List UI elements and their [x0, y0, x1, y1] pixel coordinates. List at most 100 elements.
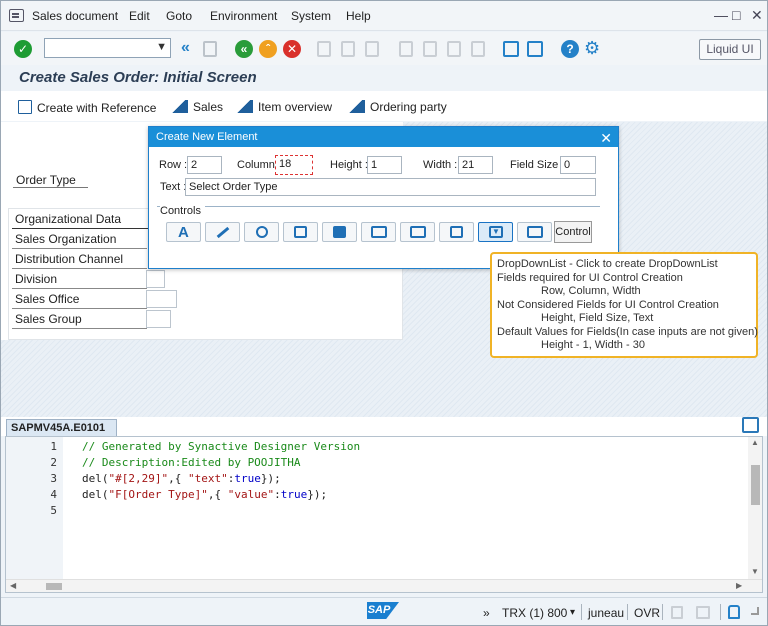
- sales-button[interactable]: Sales: [172, 100, 223, 114]
- help-icon[interactable]: ?: [561, 40, 579, 58]
- scroll-right-icon[interactable]: ▶: [736, 581, 742, 590]
- vertical-scroll-thumb[interactable]: [751, 465, 760, 505]
- new-session-icon[interactable]: [503, 41, 519, 57]
- save-icon[interactable]: [203, 41, 217, 57]
- dropdown-icon: ▼: [489, 226, 503, 238]
- dropdownlist-tooltip: DropDownList - Click to create DropDownL…: [490, 252, 758, 358]
- sales-organization-label: Sales Organization: [12, 231, 147, 249]
- dialog-close-icon[interactable]: ✕: [600, 128, 612, 148]
- pencil-control-button[interactable]: [205, 222, 240, 242]
- item-overview-button[interactable]: Item overview: [237, 100, 332, 114]
- height-input[interactable]: 1: [367, 156, 402, 174]
- gear-icon[interactable]: ⚙: [584, 38, 600, 59]
- row-label: Row :: [159, 159, 188, 171]
- horizontal-scroll-thumb[interactable]: [46, 583, 62, 590]
- back-icon[interactable]: «: [235, 40, 253, 58]
- menu-sales-document[interactable]: Sales document: [32, 9, 118, 23]
- editor-save-icon[interactable]: [742, 417, 759, 433]
- previous-page-icon[interactable]: [423, 41, 437, 57]
- field-size-input[interactable]: 0: [560, 156, 596, 174]
- exit-icon[interactable]: ˆ: [259, 40, 277, 58]
- resize-grip-icon[interactable]: [751, 607, 759, 615]
- shortcut-icon[interactable]: [671, 606, 683, 619]
- print-icon[interactable]: [317, 41, 331, 57]
- text-label: Text :: [160, 181, 187, 193]
- table-control-button[interactable]: [517, 222, 552, 242]
- lock-icon[interactable]: [728, 605, 740, 619]
- column-input[interactable]: 18: [275, 155, 313, 175]
- listbox-icon: [410, 226, 426, 238]
- menu-system[interactable]: System: [291, 9, 331, 23]
- create-with-reference-button[interactable]: Create with Reference: [18, 100, 156, 115]
- command-field[interactable]: ▼: [44, 38, 171, 58]
- row-input[interactable]: 2: [187, 156, 222, 174]
- menu-environment[interactable]: Environment: [210, 9, 277, 23]
- controls-label: Controls: [160, 205, 205, 217]
- standard-toolbar: ✓ ▼ « « ˆ ✕ ? ⚙ Liquid UI: [1, 32, 767, 65]
- first-page-icon[interactable]: [399, 41, 413, 57]
- division-input[interactable]: [146, 270, 165, 288]
- checkbox-icon: [294, 226, 307, 238]
- line-number-gutter: 1 2 3 4 5: [6, 437, 63, 580]
- dialog-header: Create New Element ✕: [149, 127, 618, 147]
- scroll-down-icon[interactable]: ▼: [751, 567, 759, 576]
- find-icon[interactable]: [341, 41, 355, 57]
- checkbox-control-button[interactable]: [283, 222, 318, 242]
- minimize-icon[interactable]: —: [714, 8, 728, 22]
- width-input[interactable]: 21: [458, 156, 493, 174]
- scroll-left-icon[interactable]: ◀: [10, 581, 16, 590]
- dialog-title: Create New Element: [156, 131, 258, 143]
- scroll-up-icon[interactable]: ▲: [751, 438, 759, 447]
- menu-goto[interactable]: Goto: [166, 9, 192, 23]
- code-line: del("F[Order Type]",{ "value":true});: [82, 488, 328, 501]
- editor-tab[interactable]: SAPMV45A.E0101: [6, 419, 117, 437]
- separator: [627, 604, 628, 620]
- editor-tab-bar: SAPMV45A.E0101: [1, 417, 767, 437]
- groupbox-control-button[interactable]: [361, 222, 396, 242]
- vertical-scrollbar[interactable]: ▲ ▼: [748, 437, 762, 580]
- menu-help[interactable]: Help: [346, 9, 371, 23]
- code-line: // Description:Edited by POOJITHA: [82, 456, 301, 469]
- tooltip-line: Height - 1, Width - 30: [541, 339, 645, 351]
- tooltip-line: DropDownList - Click to create DropDownL…: [497, 258, 718, 270]
- insert-mode: OVR: [634, 606, 661, 620]
- sap-menu-icon[interactable]: [9, 9, 24, 22]
- division-label: Division: [12, 271, 147, 289]
- text-control-button[interactable]: A: [166, 222, 201, 242]
- text-input[interactable]: Select Order Type: [185, 178, 596, 196]
- next-page-icon[interactable]: [447, 41, 461, 57]
- chevron-down-icon[interactable]: ▼: [156, 41, 167, 53]
- close-icon[interactable]: ✕: [751, 8, 763, 22]
- dropdownlist-control-button[interactable]: ▼: [478, 222, 513, 242]
- horizontal-scrollbar[interactable]: ◀ ▶: [6, 579, 762, 592]
- separator: [581, 604, 582, 620]
- enter-check-icon[interactable]: ✓: [14, 40, 32, 58]
- sales-group-input[interactable]: [146, 310, 171, 328]
- transfer-icon[interactable]: [696, 606, 710, 619]
- cancel-icon[interactable]: ✕: [283, 40, 301, 58]
- line-number: 3: [50, 472, 57, 485]
- pushbutton-control-button[interactable]: [322, 222, 357, 242]
- page-title: Create Sales Order: Initial Screen: [19, 69, 257, 86]
- maximize-icon[interactable]: □: [732, 8, 740, 22]
- chevron-down-icon[interactable]: ▾: [570, 607, 575, 618]
- order-type-underline: [13, 187, 88, 188]
- org-data-header: Organizational Data: [12, 211, 152, 229]
- liquid-ui-button[interactable]: Liquid UI: [699, 39, 761, 60]
- mountain-chart-icon: [172, 100, 188, 113]
- pencil-icon: [216, 226, 230, 239]
- menu-edit[interactable]: Edit: [129, 9, 150, 23]
- status-more-icon[interactable]: »: [483, 606, 490, 620]
- image-control-button[interactable]: [439, 222, 474, 242]
- sales-office-input[interactable]: [146, 290, 177, 308]
- radio-icon: [256, 226, 268, 238]
- script-editor[interactable]: 1 2 3 4 5 // Generated by Synactive Desi…: [5, 436, 763, 593]
- shortcut-icon[interactable]: [527, 41, 543, 57]
- ordering-party-button[interactable]: Ordering party: [349, 100, 447, 114]
- listbox-control-button[interactable]: [400, 222, 435, 242]
- control-button[interactable]: Control: [554, 221, 592, 243]
- radio-control-button[interactable]: [244, 222, 279, 242]
- find-next-icon[interactable]: [365, 41, 379, 57]
- double-left-icon[interactable]: «: [181, 39, 190, 57]
- last-page-icon[interactable]: [471, 41, 485, 57]
